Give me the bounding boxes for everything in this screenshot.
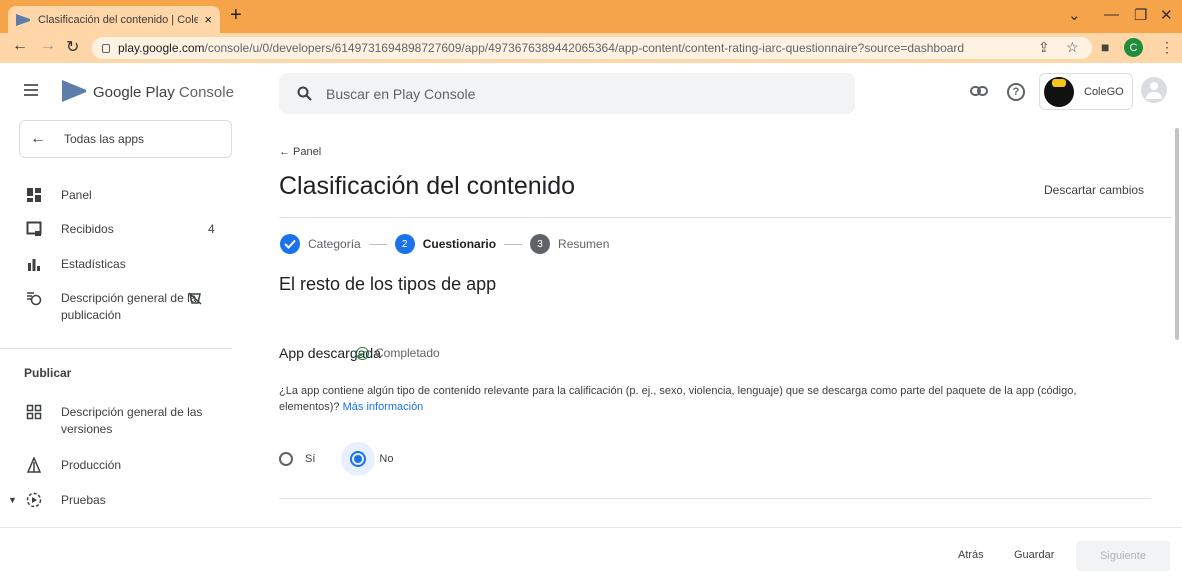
sidebar-item-label: Estadísticas [61, 257, 126, 271]
step-number: 3 [530, 234, 551, 254]
share-icon[interactable]: ⇪ [1038, 39, 1050, 56]
account-name: ColeGO [1084, 85, 1124, 98]
more-info-link[interactable]: Más información [343, 401, 424, 413]
file-icon [16, 13, 30, 26]
production-icon [25, 457, 43, 473]
page-title: Clasificación del contenido [279, 172, 576, 200]
back-arrow-icon[interactable]: ← [12, 37, 28, 55]
account-switcher[interactable]: ColeGO [1039, 73, 1133, 110]
app-brand[interactable]: Google Play Console [93, 84, 234, 101]
tab-title: Clasificación del contenido | Cole [38, 13, 199, 26]
url-field[interactable]: play.google.com /console/u/0/developers/… [92, 37, 1092, 59]
sidebar-item-label: Recibidos [61, 222, 114, 236]
sidebar-item-publishing-overview[interactable]: Descripción general de la publicación [0, 290, 240, 324]
inbox-icon [25, 221, 43, 237]
brand-suffix: Console [178, 84, 234, 101]
sidebar-item-label: Descripción general de la publicación [61, 291, 197, 322]
sidebar-section-publish: Publicar [24, 366, 72, 380]
user-avatar[interactable] [1141, 77, 1167, 103]
link-icon[interactable] [970, 86, 988, 96]
browser-tab-strip: Clasificación del contenido | Cole × + ⌄… [0, 0, 1182, 33]
check-circle-icon [356, 346, 369, 360]
url-path: /console/u/0/developers/6149731694898727… [204, 41, 965, 55]
step-summary[interactable]: Resumen [558, 237, 609, 251]
back-arrow-icon: ← [30, 130, 46, 147]
testing-icon [25, 492, 43, 508]
search-icon [297, 86, 312, 101]
radio-yes-label[interactable]: Sí [305, 453, 315, 465]
browser-tab[interactable]: Clasificación del contenido | Cole × [8, 6, 220, 33]
status-badge: Completado [356, 346, 440, 360]
radio-yes[interactable] [279, 452, 293, 466]
releases-icon [25, 404, 43, 420]
all-apps-button[interactable]: ← Todas las apps [19, 120, 232, 158]
kebab-icon[interactable]: ⋮ [1160, 39, 1174, 56]
address-bar: ← → ↻ play.google.com /console/u/0/devel… [0, 33, 1182, 63]
back-button[interactable]: Atrás [958, 549, 984, 561]
brand-prefix: Google Play [93, 84, 175, 101]
check-icon [280, 234, 300, 254]
account-avatar [1044, 76, 1074, 107]
step-category[interactable]: Categoría [308, 237, 361, 251]
close-icon[interactable]: × [204, 12, 212, 27]
scrollbar[interactable] [1175, 128, 1179, 340]
section-heading: El resto de los tipos de app [279, 274, 497, 294]
browser-profile-avatar[interactable]: C [1124, 38, 1143, 57]
lock-icon [102, 43, 110, 53]
search-input[interactable]: Buscar en Play Console [279, 73, 855, 114]
step-questionnaire[interactable]: Cuestionario [423, 237, 496, 251]
sidebar-item-label: Panel [61, 188, 92, 202]
divider [279, 217, 1171, 218]
publish-overview-icon [25, 290, 43, 306]
close-window-icon[interactable]: ✕ [1160, 6, 1173, 24]
sidebar-item-stats[interactable]: Estadísticas [0, 256, 240, 273]
sidebar-item-panel[interactable]: Panel [0, 187, 240, 204]
stepper: Categoría 2 Cuestionario 3 Resumen [280, 234, 609, 254]
back-to-panel-link[interactable]: ← Panel [279, 146, 321, 158]
radio-no[interactable] [341, 442, 376, 476]
next-button[interactable]: Siguiente [1076, 541, 1170, 571]
sidepanel-icon[interactable]: ■ [1101, 39, 1109, 55]
question-text: ¿La app contiene algún tipo de contenido… [279, 383, 1119, 415]
changes-hidden-icon [188, 292, 202, 305]
chevron-down-icon[interactable]: ⌄ [1068, 6, 1081, 24]
star-icon[interactable]: ☆ [1066, 39, 1079, 56]
radio-selected-indicator [350, 451, 367, 467]
sidebar-item-testing[interactable]: ▼ Pruebas [0, 492, 240, 509]
inbox-count-badge: 4 [208, 222, 215, 236]
sidebar-divider [0, 348, 232, 349]
expand-triangle-icon: ▼ [8, 495, 17, 505]
step-connector [504, 243, 523, 245]
sidebar-item-label: Descripción general de las versiones [61, 405, 203, 436]
play-console-logo [62, 80, 86, 102]
all-apps-label: Todas las apps [64, 132, 145, 146]
sidebar-item-inbox[interactable]: Recibidos 4 [0, 221, 240, 238]
forward-arrow-icon[interactable]: → [40, 37, 56, 55]
step-connector [368, 243, 387, 245]
discard-changes-button[interactable]: Descartar cambios [1044, 183, 1144, 197]
stats-icon [25, 256, 43, 272]
menu-icon[interactable] [24, 84, 38, 99]
dashboard-icon [25, 187, 43, 203]
reload-icon[interactable]: ↻ [66, 37, 79, 57]
step-number: 2 [394, 234, 415, 254]
sidebar-item-label: Producción [61, 458, 122, 472]
divider [279, 498, 1151, 499]
footer-divider [0, 527, 1182, 528]
restore-icon[interactable]: ❐ [1134, 6, 1147, 24]
save-button[interactable]: Guardar [1014, 549, 1054, 561]
minimize-icon[interactable]: — [1104, 6, 1119, 23]
plus-icon[interactable]: + [230, 4, 242, 27]
help-icon[interactable]: ? [1007, 83, 1025, 101]
sidebar-item-label: Pruebas [61, 493, 106, 507]
answer-radio-group: Sí No [279, 442, 393, 476]
sidebar-item-releases-overview[interactable]: Descripción general de las versiones [0, 404, 240, 438]
sidebar-item-production[interactable]: Producción [0, 457, 240, 474]
status-label: Completado [375, 346, 440, 360]
url-host: play.google.com [118, 41, 205, 55]
radio-no-label[interactable]: No [379, 453, 393, 465]
search-placeholder: Buscar en Play Console [326, 85, 476, 102]
